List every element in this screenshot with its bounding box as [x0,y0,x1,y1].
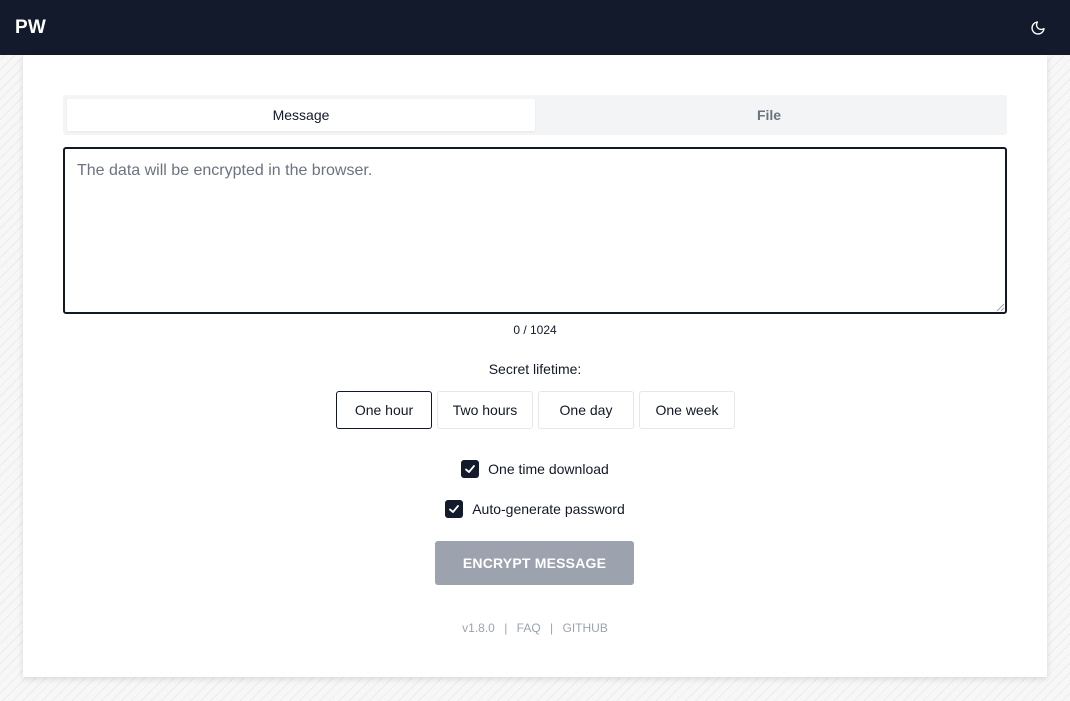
tab-message[interactable]: Message [67,99,535,131]
character-counter: 0 / 1024 [513,323,557,337]
lifetime-one-week-button[interactable]: One week [639,391,735,429]
main-card: Message File 0 / 1024 Secret lifetime: O… [23,55,1047,677]
app-logo[interactable]: PW [15,17,46,39]
lifetime-label: Secret lifetime: [488,361,582,377]
lifetime-two-hours-button[interactable]: Two hours [437,391,533,429]
moon-icon [1031,20,1045,35]
encrypt-message-button[interactable]: ENCRYPT MESSAGE [435,541,634,585]
one-time-download-checkbox[interactable] [461,460,480,478]
faq-link[interactable]: FAQ [517,621,541,635]
check-icon [465,465,476,473]
auto-generate-password-option: Auto-generate password [23,500,1047,518]
theme-toggle-button[interactable] [1024,14,1052,42]
github-link[interactable]: GITHUB [563,621,608,635]
footer-separator: | [504,621,508,635]
footer: v1.8.0 | FAQ | GITHUB [23,621,1047,635]
top-bar: PW [0,0,1070,55]
lifetime-one-day-button[interactable]: One day [538,391,634,429]
auto-generate-password-checkbox[interactable] [445,500,464,518]
tab-file[interactable]: File [535,99,1003,131]
lifetime-one-hour-button[interactable]: One hour [336,391,432,429]
version-text: v1.8.0 [462,621,495,635]
check-icon [449,505,460,513]
mode-tabs: Message File [63,95,1007,135]
footer-separator: | [550,621,554,635]
lifetime-options: One hour Two hours One day One week [336,391,735,429]
one-time-download-label[interactable]: One time download [488,461,609,477]
auto-generate-password-label[interactable]: Auto-generate password [472,501,625,517]
message-input[interactable] [63,147,1007,314]
one-time-download-option: One time download [23,460,1047,478]
